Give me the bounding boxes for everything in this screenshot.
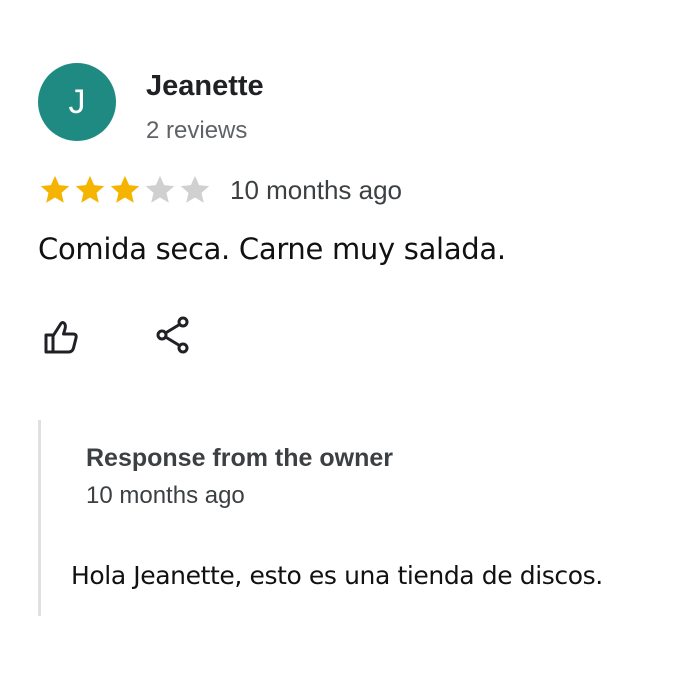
star-empty-icon [178, 173, 212, 207]
owner-response-title: Response from the owner [86, 444, 393, 472]
reviewer-review-count: 2 reviews [146, 117, 248, 144]
star-filled-icon [73, 173, 107, 207]
owner-response-time: 10 months ago [86, 482, 245, 509]
owner-response: Response from the owner 10 months ago Ho… [38, 420, 681, 616]
star-rating [38, 173, 212, 207]
review-time: 10 months ago [230, 174, 403, 205]
review-text: Comida seca. Carne muy salada. [38, 232, 506, 266]
avatar-initial: J [68, 82, 86, 121]
star-empty-icon [143, 173, 177, 207]
reviewer-name[interactable]: Jeanette [146, 70, 264, 103]
star-filled-icon [108, 173, 142, 207]
share-button[interactable] [150, 313, 196, 359]
avatar[interactable]: J [38, 63, 116, 141]
rating-row: 10 months ago [38, 170, 402, 210]
share-icon [153, 314, 193, 359]
owner-response-text: Hola Jeanette, esto es una tienda de dis… [71, 561, 603, 590]
like-button[interactable] [38, 316, 84, 362]
thumbs-up-icon [41, 317, 81, 362]
star-filled-icon [38, 173, 72, 207]
